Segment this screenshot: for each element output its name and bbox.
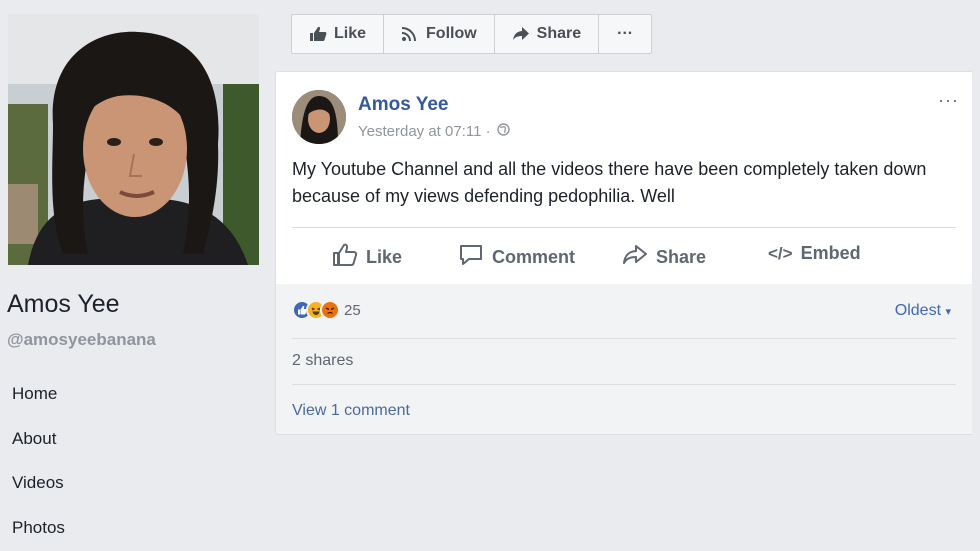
- angry-reaction-icon: [320, 300, 340, 320]
- thumbs-up-icon: [309, 26, 327, 42]
- post-embed-label: Embed: [800, 243, 861, 263]
- footer-divider: [292, 338, 956, 339]
- profile-name[interactable]: Amos Yee: [7, 290, 120, 319]
- profile-handle: @amosyeebanana: [7, 330, 156, 349]
- shares-count-link[interactable]: 2 shares: [292, 352, 353, 370]
- reaction-count: 25: [344, 301, 361, 319]
- comment-sort-label: Oldest: [894, 302, 942, 319]
- comment-sort-dropdown[interactable]: Oldest ▾: [895, 302, 951, 320]
- page-more-button[interactable]: ···: [599, 15, 651, 53]
- nav-item-home[interactable]: Home: [0, 372, 274, 417]
- post-meta: Yesterday at 07:11 ·: [358, 123, 510, 140]
- post-options-button[interactable]: ···: [938, 90, 959, 111]
- globe-icon: [496, 123, 510, 140]
- caret-down-icon: ▾: [945, 306, 951, 318]
- more-icon: ···: [617, 25, 634, 42]
- post-footer: 25 Oldest ▾ 2 shares View 1 comment: [276, 284, 973, 434]
- profile-photo[interactable]: [8, 14, 259, 265]
- reactions-summary[interactable]: 25: [292, 300, 361, 320]
- post-share-label: Share: [656, 247, 707, 267]
- post-like-button[interactable]: Like: [332, 243, 402, 272]
- post-embed-button[interactable]: </> Embed: [768, 243, 861, 264]
- post-share-button[interactable]: Share: [622, 243, 706, 272]
- post-like-label: Like: [366, 247, 403, 267]
- rss-icon: [401, 26, 419, 42]
- footer-divider: [292, 384, 956, 385]
- profile-photo-image: [8, 14, 259, 265]
- nav-item-videos[interactable]: Videos: [0, 461, 274, 506]
- post-card: Amos Yee Yesterday at 07:11 · ··· My You…: [275, 71, 974, 435]
- page-follow-label: Follow: [426, 25, 477, 42]
- left-column: Amos Yee @amosyeebanana Home About Video…: [0, 0, 274, 551]
- thumbs-up-outline-icon: [332, 243, 358, 272]
- post-author[interactable]: Amos Yee: [358, 94, 448, 116]
- share-arrow-icon: [512, 26, 530, 42]
- author-avatar[interactable]: [292, 90, 346, 144]
- post-action-row: Like Comment Share </> Embed: [292, 227, 956, 284]
- page-like-label: Like: [334, 25, 367, 42]
- page-nav: Home About Videos Photos: [0, 372, 274, 550]
- page-share-button[interactable]: Share: [495, 15, 600, 53]
- post-text: My Youtube Channel and all the videos th…: [292, 159, 927, 206]
- page-follow-button[interactable]: Follow: [384, 15, 495, 53]
- page-action-bar: Like Follow Share ···: [291, 14, 653, 54]
- nav-item-photos[interactable]: Photos: [0, 506, 274, 551]
- view-comments-link[interactable]: View 1 comment: [292, 402, 410, 420]
- code-icon: </>: [768, 243, 793, 263]
- comment-bubble-icon: [458, 243, 484, 272]
- share-outline-icon: [622, 243, 648, 272]
- nav-item-about[interactable]: About: [0, 417, 274, 462]
- page-like-button[interactable]: Like: [292, 15, 385, 53]
- page-share-label: Share: [536, 25, 582, 42]
- right-edge: [972, 0, 980, 551]
- author-avatar-image: [292, 90, 346, 144]
- post-timestamp[interactable]: Yesterday at 07:11 ·: [358, 123, 491, 140]
- post-comment-label: Comment: [492, 247, 576, 267]
- post-comment-button[interactable]: Comment: [458, 243, 575, 272]
